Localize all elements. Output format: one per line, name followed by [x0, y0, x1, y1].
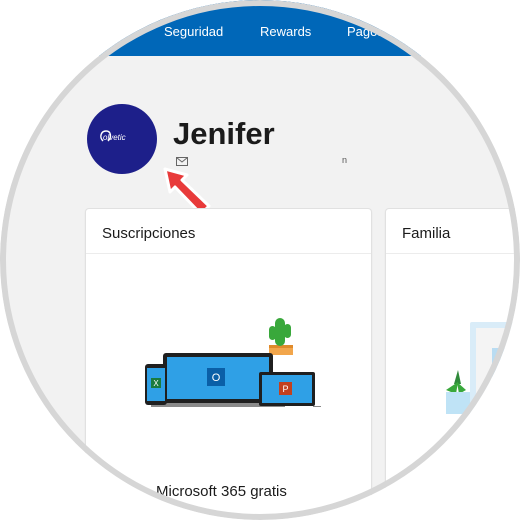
avatar[interactable]: olvetic — [87, 104, 157, 174]
card-title-subscriptions: Suscripciones — [102, 225, 196, 242]
avatar-text: olvetic — [103, 133, 126, 142]
svg-text:O: O — [212, 372, 221, 384]
nav-item-rewards[interactable]: Rewards — [260, 24, 311, 39]
family-card: Familia — [385, 208, 520, 520]
subscriptions-card: Suscripciones O P X Microsoft 365 gratis — [85, 208, 372, 520]
top-nav-bar: Seguridad Rewards Pagos — [0, 0, 520, 56]
svg-text:P: P — [282, 384, 288, 394]
subscription-offer-title[interactable]: Microsoft 365 gratis — [156, 483, 287, 500]
svg-text:X: X — [153, 379, 159, 388]
card-header: Suscripciones — [86, 209, 371, 254]
card-header: Familia — [386, 209, 520, 254]
profile-name: Jenifer — [173, 116, 275, 151]
zoom-view: Seguridad Rewards Pagos olvetic Jenifer … — [0, 0, 520, 520]
card-title-family: Familia — [402, 225, 451, 242]
email-address: n — [342, 155, 348, 165]
nav-item-seguridad[interactable]: Seguridad — [164, 24, 223, 39]
devices-illustration: O P X — [145, 318, 321, 407]
family-illustration — [446, 322, 520, 420]
nav-item-pagos[interactable]: Pagos — [347, 24, 384, 39]
